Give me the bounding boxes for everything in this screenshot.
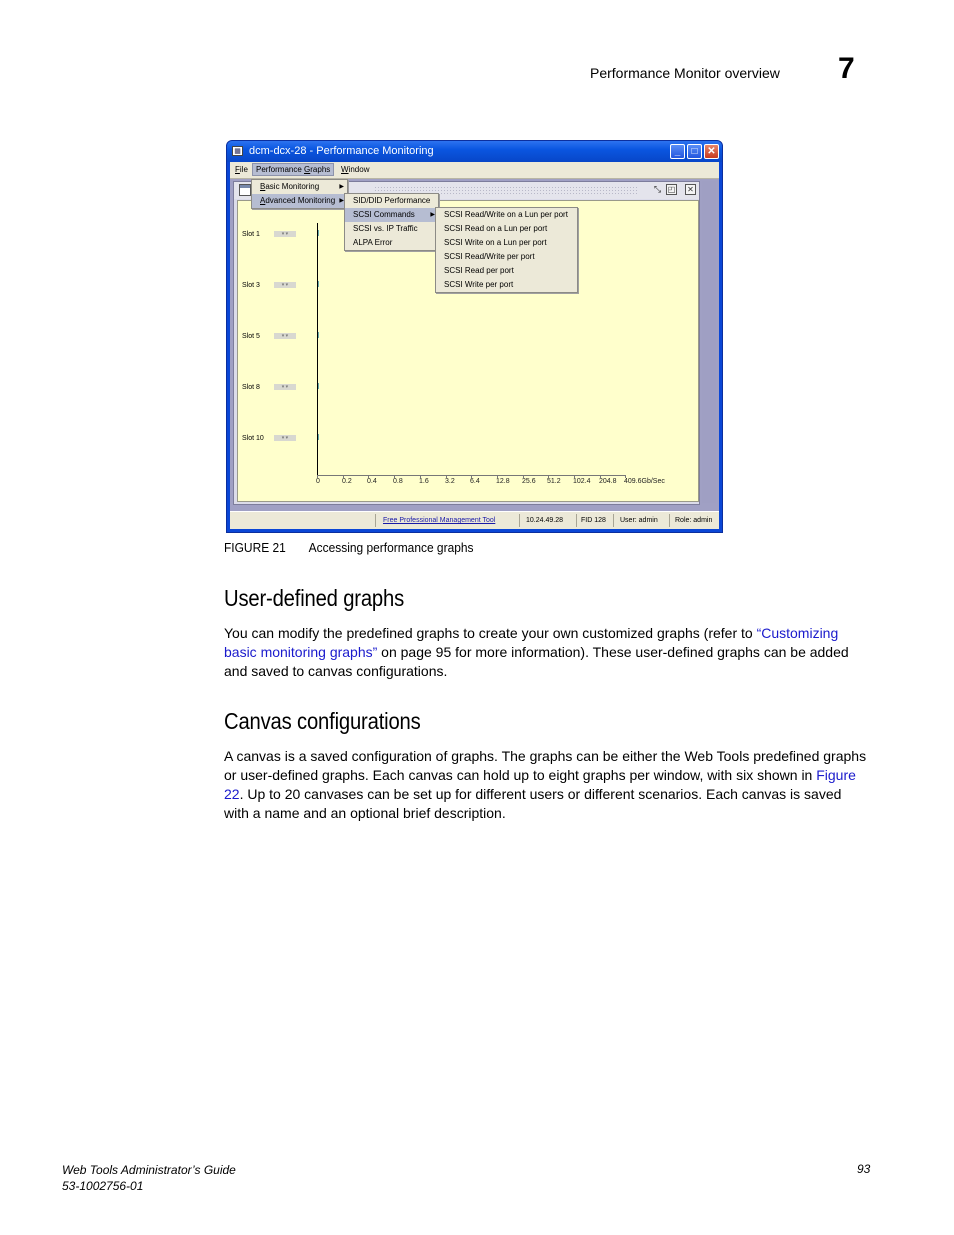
menu-item-scsi-read-port[interactable]: SCSI Read per port xyxy=(436,264,577,278)
x-axis-tick-label: 0.4 xyxy=(367,478,377,485)
document-number: 53-1002756-01 xyxy=(62,1179,144,1193)
footer-left: Web Tools Administrator’s Guide 53-10027… xyxy=(62,1162,236,1194)
section-paragraph: You can modify the predefined graphs to … xyxy=(224,624,869,681)
chapter-number: 7 xyxy=(838,52,855,85)
menu-file[interactable]: File xyxy=(232,164,251,175)
page-number: 93 xyxy=(857,1162,871,1176)
menu-item-label: SCSI Commands xyxy=(353,210,415,219)
status-user: User: admin xyxy=(620,517,658,524)
window-title: dcm-dcx-28 - Performance Monitoring xyxy=(249,145,434,157)
chart-app-icon: ▦ xyxy=(232,146,243,156)
status-separator xyxy=(519,514,520,527)
x-axis-tick-label: 409.6Gb/Sec xyxy=(624,478,665,485)
free-management-tool-link[interactable]: Free Professional Management Tool xyxy=(383,517,495,524)
performance-graphs-menu: Basic Monitoring ▶ Advanced Monitoring ▶ xyxy=(251,179,348,209)
menubar: File Performance Graphs Window xyxy=(230,162,719,179)
close-frame-icon[interactable]: ✕ xyxy=(685,184,696,195)
status-fid: FID 128 xyxy=(581,517,606,524)
minimize-button[interactable]: _ xyxy=(670,144,685,159)
paragraph-text: You can modify the predefined graphs to … xyxy=(224,625,757,641)
figure-number: FIGURE 21 xyxy=(224,540,286,555)
status-separator xyxy=(613,514,614,527)
menu-item-basic-monitoring[interactable]: Basic Monitoring ▶ xyxy=(252,180,347,194)
slot-label: Slot 3 xyxy=(242,282,260,289)
x-axis-tick-label: 3.2 xyxy=(445,478,455,485)
menu-item-scsi-rw-port[interactable]: SCSI Read/Write per port xyxy=(436,250,577,264)
section-heading-canvas-configurations: Canvas configurations xyxy=(224,708,421,734)
menu-item-scsi-commands[interactable]: SCSI Commands ▶ xyxy=(345,208,438,222)
x-axis-tick-label: 25.6 xyxy=(522,478,536,485)
figure-caption: FIGURE 21 Accessing performance graphs xyxy=(224,540,474,555)
detach-icon[interactable]: ◰ xyxy=(666,184,677,195)
status-ip: 10.24.49.28 xyxy=(526,517,563,524)
menu-item-scsi-rw-lun[interactable]: SCSI Read/Write on a Lun per port xyxy=(436,208,577,222)
menu-item-scsi-write-port[interactable]: SCSI Write per port xyxy=(436,278,577,292)
advanced-monitoring-submenu: SID/DID Performance SCSI Commands ▶ SCSI … xyxy=(344,193,439,251)
bar-marker xyxy=(318,434,319,440)
x-axis-tick-label: 51.2 xyxy=(547,478,561,485)
slot-label: Slot 5 xyxy=(242,333,260,340)
guide-title: Web Tools Administrator’s Guide xyxy=(62,1163,236,1177)
bar-marker xyxy=(318,281,319,287)
slot-label: Slot 1 xyxy=(242,231,260,238)
submenu-arrow-icon: ▶ xyxy=(339,184,344,190)
x-axis-tick-label: 12.8 xyxy=(496,478,510,485)
x-axis-tick-label: 6.4 xyxy=(470,478,480,485)
section-paragraph: A canvas is a saved configuration of gra… xyxy=(224,747,869,823)
y-axis xyxy=(317,223,318,475)
restore-icon[interactable]: ⤡ xyxy=(652,184,663,195)
bar-marker xyxy=(318,332,319,338)
x-axis-tick-label: 0.8 xyxy=(393,478,403,485)
slot-dropdown[interactable]: ▾ ▾ xyxy=(274,231,296,237)
x-axis-tick-label: 0.2 xyxy=(342,478,352,485)
slot-dropdown[interactable]: ▾ ▾ xyxy=(274,384,296,390)
window-titlebar[interactable]: ▦ dcm-dcx-28 - Performance Monitoring _ … xyxy=(227,141,722,162)
close-button[interactable]: ✕ xyxy=(704,144,719,159)
status-separator xyxy=(669,514,670,527)
menu-item-advanced-monitoring[interactable]: Advanced Monitoring ▶ xyxy=(252,194,347,208)
slot-label: Slot 8 xyxy=(242,384,260,391)
vertical-scrollbar[interactable] xyxy=(702,181,716,503)
paragraph-text: A canvas is a saved configuration of gra… xyxy=(224,748,867,783)
x-axis-tick-label: 204.8 xyxy=(599,478,617,485)
status-role: Role: admin xyxy=(675,517,713,524)
slot-dropdown[interactable]: ▾ ▾ xyxy=(274,333,296,339)
menu-performance-graphs[interactable]: Performance Graphs xyxy=(252,163,335,176)
maximize-button[interactable]: □ xyxy=(687,144,702,159)
frame-icon xyxy=(239,184,251,196)
slot-dropdown[interactable]: ▾ ▾ xyxy=(274,435,296,441)
status-separator xyxy=(375,514,376,527)
status-bar: Free Professional Management Tool 10.24.… xyxy=(230,511,719,529)
menu-item-scsi-read-lun[interactable]: SCSI Read on a Lun per port xyxy=(436,222,577,236)
menu-item-scsi-write-lun[interactable]: SCSI Write on a Lun per port xyxy=(436,236,577,250)
x-axis-tick-label: 0 xyxy=(316,478,320,485)
scsi-commands-submenu: SCSI Read/Write on a Lun per port SCSI R… xyxy=(435,207,578,293)
status-separator xyxy=(576,514,577,527)
running-header-title: Performance Monitor overview xyxy=(590,65,780,81)
section-heading-user-defined-graphs: User-defined graphs xyxy=(224,585,405,611)
menu-item-alpa-error[interactable]: ALPA Error xyxy=(345,236,438,250)
bar-marker xyxy=(318,230,319,236)
bar-marker xyxy=(318,383,319,389)
x-axis-tick-label: 102.4 xyxy=(573,478,591,485)
slot-dropdown[interactable]: ▾ ▾ xyxy=(274,282,296,288)
menu-item-sid-did[interactable]: SID/DID Performance xyxy=(345,194,438,208)
slot-label: Slot 10 xyxy=(242,435,264,442)
x-axis-tick-label: 1.6 xyxy=(419,478,429,485)
menu-item-scsi-vs-ip[interactable]: SCSI vs. IP Traffic xyxy=(345,222,438,236)
figure-caption-text: Accessing performance graphs xyxy=(308,540,474,555)
menu-window[interactable]: Window xyxy=(338,164,372,175)
paragraph-text: . Up to 20 canvases can be set up for di… xyxy=(224,786,842,821)
